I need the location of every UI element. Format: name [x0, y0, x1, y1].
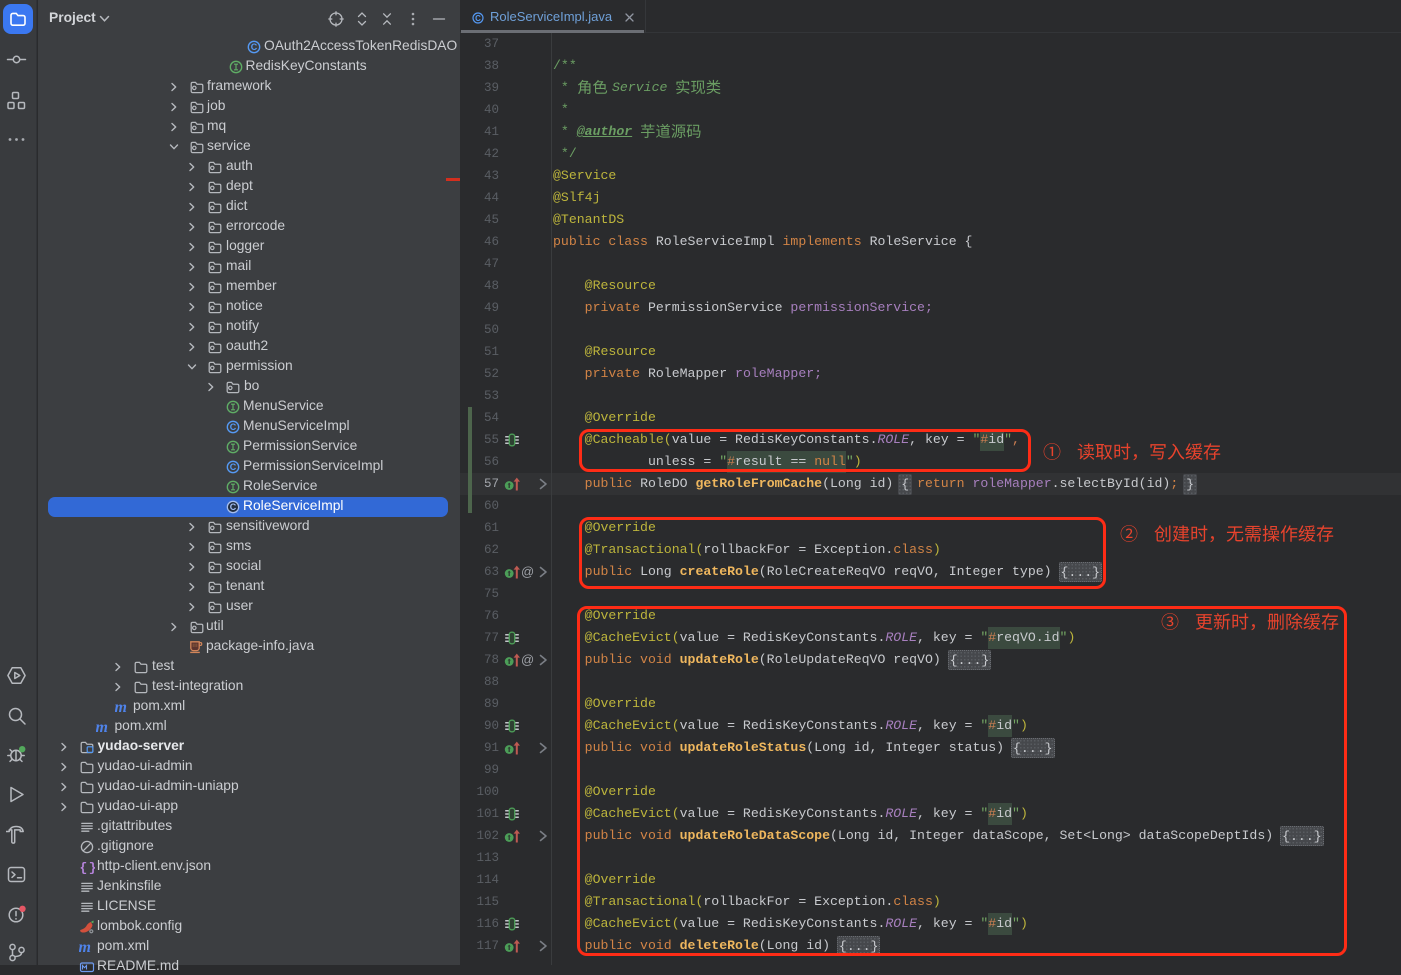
svg-text:m: m	[79, 939, 91, 955]
svg-text:C: C	[251, 42, 258, 52]
svg-text:C: C	[230, 422, 237, 432]
svg-text:C: C	[230, 462, 237, 472]
svg-text:{}: {}	[80, 861, 96, 876]
svg-text:C: C	[475, 14, 481, 23]
svg-text:m: m	[96, 719, 108, 735]
svg-text:C: C	[230, 502, 237, 512]
svg-text:m: m	[115, 699, 127, 715]
